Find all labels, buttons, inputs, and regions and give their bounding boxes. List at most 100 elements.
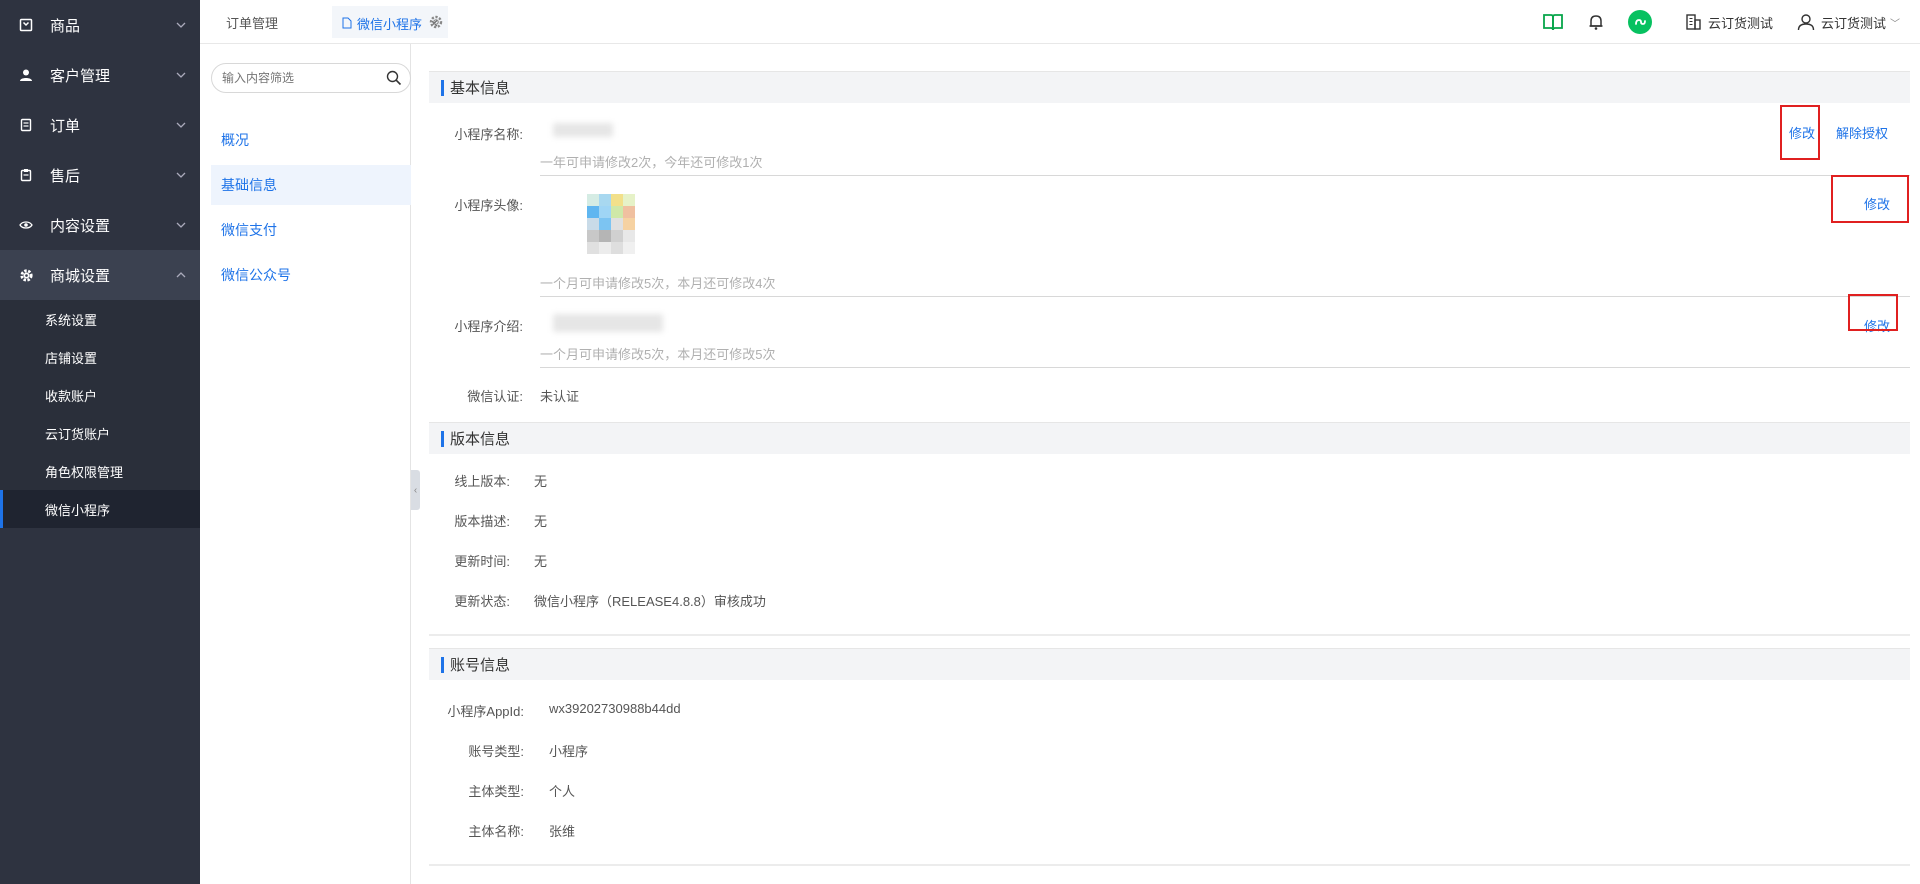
chevron-up-icon: [176, 272, 186, 278]
settings-gear-icon[interactable]: [428, 14, 444, 30]
filter-search: [211, 63, 411, 93]
blurred-intro-value: [553, 314, 663, 332]
eye-icon: [18, 217, 34, 233]
nav-group-label: 商品: [50, 17, 81, 35]
chevron-down-icon: [176, 122, 186, 128]
document-icon: [18, 117, 34, 133]
chevron-down-icon: [176, 72, 186, 78]
miniprogram-avatar: [587, 194, 635, 258]
section-version-info: 版本信息: [429, 422, 1910, 454]
nav-group-goods[interactable]: 商品: [0, 0, 200, 50]
chevron-down-icon: [176, 172, 186, 178]
main-content: 基本信息 小程序名称: 一年可申请修改2次，今年还可修改1次 修改 解除授权 小…: [429, 44, 1910, 884]
intro-edit-hint: 一个月可申请修改5次，本月还可修改5次: [540, 347, 776, 362]
file-icon: [342, 17, 352, 29]
online-version-value: 无: [534, 474, 548, 489]
unbind-button[interactable]: 解除授权: [1836, 123, 1888, 142]
tab-label: 微信小程序: [357, 16, 423, 32]
update-status-label: 更新状态:: [454, 594, 510, 609]
nav-group-label: 订单: [50, 117, 81, 135]
online-version-label: 线上版本:: [454, 474, 510, 489]
account-type-value: 小程序: [549, 744, 589, 759]
section-divider: [429, 864, 1910, 866]
update-status-value: 微信小程序（RELEASE4.8.8）审核成功: [534, 594, 766, 609]
menu-item-wechat-official-account[interactable]: 微信公众号: [211, 255, 411, 295]
version-desc-value: 无: [534, 514, 548, 529]
sub-item-wechat-miniprogram[interactable]: 微信小程序: [0, 490, 200, 528]
topbar-actions: 云订货测试 云订货测试 ﹀: [1530, 0, 1912, 44]
intro-label: 小程序介绍:: [454, 319, 523, 334]
section-title: 版本信息: [450, 431, 511, 448]
nav-group-customers[interactable]: 客户管理: [0, 50, 200, 100]
search-icon[interactable]: [386, 70, 402, 86]
sub-item-role-permissions[interactable]: 角色权限管理: [0, 452, 200, 490]
nav-group-content[interactable]: 内容设置: [0, 200, 200, 250]
nav-group-label: 客户管理: [50, 67, 111, 85]
bag-icon: [18, 17, 34, 33]
subject-type-value: 个人: [549, 784, 576, 799]
user-avatar-icon: [1797, 13, 1815, 31]
appid-label: 小程序AppId:: [447, 704, 524, 719]
book-icon[interactable]: [1542, 12, 1564, 32]
org-switch[interactable]: 云订货测试: [1684, 13, 1773, 32]
nav-group-mall-settings[interactable]: 商城设置: [0, 250, 200, 300]
section-account-info: 账号信息: [429, 648, 1910, 680]
sub-item-payment-accounts[interactable]: 收款账户: [0, 376, 200, 414]
chevron-down-icon: ﹀: [1890, 18, 1900, 30]
nav-group-aftersales[interactable]: 售后: [0, 150, 200, 200]
building-icon: [1684, 13, 1702, 31]
certification-value: 未认证: [540, 389, 580, 404]
edit-avatar-button[interactable]: 修改: [1864, 194, 1890, 213]
update-time-label: 更新时间:: [454, 554, 510, 569]
subject-name-label: 主体名称:: [468, 824, 524, 839]
menu-item-wechat-pay[interactable]: 微信支付: [211, 210, 411, 250]
tab-label: 订单管理: [226, 15, 279, 31]
chevron-left-icon: ‹: [413, 484, 418, 496]
section-title: 账号信息: [450, 657, 511, 674]
nav-group-label: 商城设置: [50, 267, 111, 285]
main-sidebar: 商品 客户管理 订单 售后 内容设置 商城设置 系统设置 店铺设置 收款账户 云…: [0, 0, 200, 884]
nav-group-orders[interactable]: 订单: [0, 100, 200, 150]
blurred-name-value: [553, 123, 613, 137]
name-label: 小程序名称:: [454, 127, 523, 142]
user-icon: [18, 67, 34, 83]
section-title: 基本信息: [450, 80, 511, 97]
clipboard-icon: [18, 167, 34, 183]
sub-item-system-settings[interactable]: 系统设置: [0, 300, 200, 338]
section-basic-info: 基本信息: [429, 71, 1910, 103]
secondary-sidebar: 概况 基础信息 微信支付 微信公众号: [200, 44, 411, 884]
name-edit-hint: 一年可申请修改2次，今年还可修改1次: [540, 155, 763, 170]
bell-icon[interactable]: [1588, 13, 1604, 31]
collapse-sidebar-handle[interactable]: ‹: [411, 470, 420, 510]
wechat-miniprogram-icon[interactable]: [1627, 10, 1652, 34]
appid-value: wx39202730988b44dd: [549, 701, 681, 716]
update-time-value: 无: [534, 554, 548, 569]
mall-settings-submenu: 系统设置 店铺设置 收款账户 云订货账户 角色权限管理 微信小程序: [0, 300, 200, 528]
certification-label: 微信认证:: [467, 389, 523, 404]
edit-intro-button[interactable]: 修改: [1864, 316, 1890, 335]
chevron-down-icon: [176, 22, 186, 28]
org-name: 云订货测试: [1707, 15, 1773, 31]
chevron-down-icon: [176, 222, 186, 228]
intro-underline: [540, 367, 1910, 368]
name-underline: [540, 175, 1910, 176]
version-desc-label: 版本描述:: [454, 514, 510, 529]
user-menu[interactable]: 云订货测试 ﹀: [1797, 13, 1900, 32]
avatar-underline: [540, 296, 1910, 297]
subject-type-label: 主体类型:: [468, 784, 524, 799]
account-type-label: 账号类型:: [468, 744, 524, 759]
section-divider: [429, 634, 1910, 636]
tab-order-management[interactable]: 订单管理: [212, 6, 292, 38]
gear-icon: [18, 267, 34, 283]
avatar-label: 小程序头像:: [454, 198, 523, 213]
secondary-menu: 概况 基础信息 微信支付 微信公众号: [211, 120, 411, 300]
menu-item-basic-info[interactable]: 基础信息: [211, 165, 411, 205]
sub-item-store-settings[interactable]: 店铺设置: [0, 338, 200, 376]
menu-item-overview[interactable]: 概况: [211, 120, 411, 160]
app-root: 商品 客户管理 订单 售后 内容设置 商城设置 系统设置 店铺设置 收款账户 云…: [0, 0, 1920, 884]
edit-name-button[interactable]: 修改: [1789, 123, 1815, 142]
subject-name-value: 张维: [549, 824, 576, 839]
user-name: 云订货测试: [1820, 15, 1886, 31]
filter-search-input[interactable]: [222, 71, 382, 85]
sub-item-cloud-order-account[interactable]: 云订货账户: [0, 414, 200, 452]
